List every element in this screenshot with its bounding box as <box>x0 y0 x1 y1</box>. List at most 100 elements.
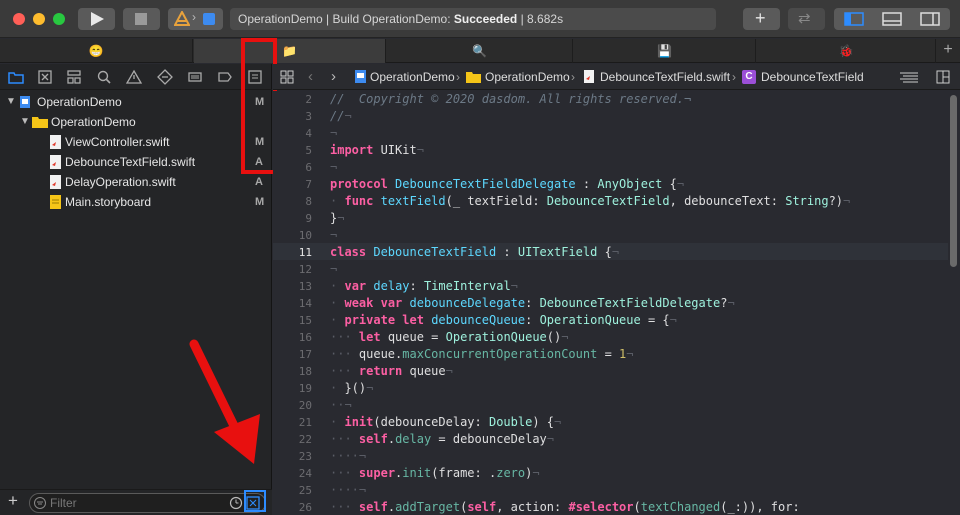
device-icon <box>203 13 215 25</box>
line-number[interactable]: 20 <box>273 397 312 414</box>
split-editor-icon[interactable] <box>936 70 950 84</box>
add-button[interactable]: + <box>8 491 18 511</box>
library-button[interactable]: + <box>743 8 780 30</box>
breakpoint-icon[interactable] <box>217 69 233 85</box>
code-line: · var delay: TimeInterval¬ <box>330 279 518 293</box>
tab-label: 💾 <box>657 44 672 58</box>
code-line: ¬ <box>330 262 338 276</box>
line-number[interactable]: 9 <box>273 210 312 227</box>
line-number[interactable]: 17 <box>273 346 312 363</box>
filter-placeholder: Filter <box>50 496 77 510</box>
build-status: Succeeded <box>453 12 518 26</box>
search-icon[interactable] <box>96 69 112 85</box>
tree-item-project[interactable]: ▼ OperationDemo M <box>0 92 272 112</box>
code-line: }¬ <box>330 211 345 225</box>
line-number[interactable]: 19 <box>273 380 312 397</box>
minimize-window-button[interactable] <box>33 13 45 25</box>
code-line: import UIKit¬ <box>330 143 424 157</box>
close-window-button[interactable] <box>13 13 25 25</box>
line-number-gutter: 2 3 4 5 6 7 8 9 10 11 12 13 14 15 16 17 18 19 20 21 22 23 24 25… <box>273 91 317 515</box>
source-control-icon[interactable] <box>37 69 53 85</box>
filter-input[interactable]: Filter <box>29 493 266 513</box>
jump-segment-symbol[interactable]: DebounceTextField <box>761 64 864 90</box>
line-number[interactable]: 10 <box>273 227 312 244</box>
recent-files-icon[interactable] <box>229 496 243 510</box>
line-number[interactable]: 5 <box>273 142 312 159</box>
tab-3[interactable]: 🔍 <box>387 39 573 63</box>
line-number[interactable]: 18 <box>273 363 312 380</box>
zoom-window-button[interactable] <box>53 13 65 25</box>
jump-segment-file[interactable]: DebounceTextField.swift <box>600 64 730 90</box>
tree-item-file[interactable]: DebounceTextField.swift A <box>0 152 272 172</box>
stop-icon <box>135 13 147 25</box>
line-number[interactable]: 22 <box>273 431 312 448</box>
tree-item-file[interactable]: ViewController.swift M <box>0 132 272 152</box>
disclosure-triangle-icon[interactable]: ▼ <box>20 112 30 132</box>
line-number[interactable]: 3 <box>273 108 312 125</box>
scheme-selector[interactable]: › <box>168 8 223 30</box>
swap-arrows-icon: ⇄ <box>798 10 811 27</box>
debug-icon[interactable] <box>187 69 203 85</box>
tab-2[interactable]: 📁 <box>194 39 386 63</box>
swift-file-icon <box>50 155 61 169</box>
line-number[interactable]: 4 <box>273 125 312 142</box>
line-number[interactable]: 21 <box>273 414 312 431</box>
code-line: · weak var debounceDelegate: DebounceTex… <box>330 296 735 310</box>
folder-icon[interactable] <box>8 69 24 85</box>
tree-item-label: OperationDemo <box>37 95 122 109</box>
tab-4[interactable]: 💾 <box>574 39 756 63</box>
tree-item-label: DebounceTextField.swift <box>65 155 196 169</box>
line-number[interactable]: 6 <box>273 159 312 176</box>
stop-button[interactable] <box>123 8 160 30</box>
related-items-icon[interactable] <box>280 70 294 84</box>
warning-icon[interactable] <box>126 69 142 85</box>
line-number[interactable]: 26 <box>273 499 312 515</box>
line-number[interactable]: 14 <box>273 295 312 312</box>
code-line: ··¬ <box>330 398 352 412</box>
back-button[interactable]: ‹ <box>308 64 313 90</box>
test-icon[interactable] <box>157 69 173 85</box>
vertical-scrollbar[interactable] <box>950 95 957 267</box>
tree-item-file[interactable]: Main.storyboard M <box>0 192 272 212</box>
line-number[interactable]: 11 <box>273 244 312 261</box>
build-time: | 8.682s <box>517 12 564 26</box>
new-tab-button[interactable]: + <box>936 39 960 63</box>
line-number[interactable]: 23 <box>273 448 312 465</box>
line-number[interactable]: 2 <box>273 91 312 108</box>
disclosure-triangle-icon[interactable]: ▼ <box>6 92 16 112</box>
forward-button[interactable]: › <box>331 64 336 90</box>
line-number[interactable]: 16 <box>273 329 312 346</box>
navigator-toggle-icon[interactable] <box>844 12 864 26</box>
inspector-toggle-icon[interactable] <box>920 12 940 26</box>
code-line: ¬ <box>330 126 338 140</box>
line-number[interactable]: 15 <box>273 312 312 329</box>
tab-5[interactable]: 🐞 <box>757 39 936 63</box>
line-number[interactable]: 8 <box>273 193 312 210</box>
code-line: · }()¬ <box>330 381 374 395</box>
folder-icon <box>466 72 481 83</box>
tree-item-label: DelayOperation.swift <box>65 175 176 189</box>
code-review-button[interactable]: ⇄ <box>788 8 825 30</box>
source-control-status: M <box>255 196 265 208</box>
debug-area-toggle-icon[interactable] <box>882 12 902 26</box>
code-line: ··· return queue¬ <box>330 364 453 378</box>
line-number[interactable]: 25 <box>273 482 312 499</box>
tree-item-file[interactable]: DelayOperation.swift A <box>0 172 272 192</box>
source-control-status: A <box>255 176 263 188</box>
editor-options-icon[interactable] <box>900 72 918 84</box>
class-badge-icon: C <box>742 70 756 84</box>
tree-item-group[interactable]: ▼ OperationDemo <box>0 112 272 132</box>
line-number[interactable]: 7 <box>273 176 312 193</box>
tab-1[interactable]: 😁 <box>0 39 193 63</box>
jump-segment-project[interactable]: OperationDemo <box>370 64 455 90</box>
symbol-icon[interactable] <box>66 69 82 85</box>
line-number[interactable]: 12 <box>273 261 312 278</box>
run-button[interactable] <box>78 8 115 30</box>
filter-highlight-box <box>244 490 266 512</box>
source-editor[interactable]: 2 3 4 5 6 7 8 9 10 11 12 13 14 15 16 17 18 19 20 21 22 23 24 25… <box>273 91 960 515</box>
line-number[interactable]: 24 <box>273 465 312 482</box>
line-number[interactable]: 13 <box>273 278 312 295</box>
swift-file-icon <box>584 70 594 83</box>
chevron-right-icon: › <box>192 10 196 24</box>
jump-segment-group[interactable]: OperationDemo <box>485 64 570 90</box>
